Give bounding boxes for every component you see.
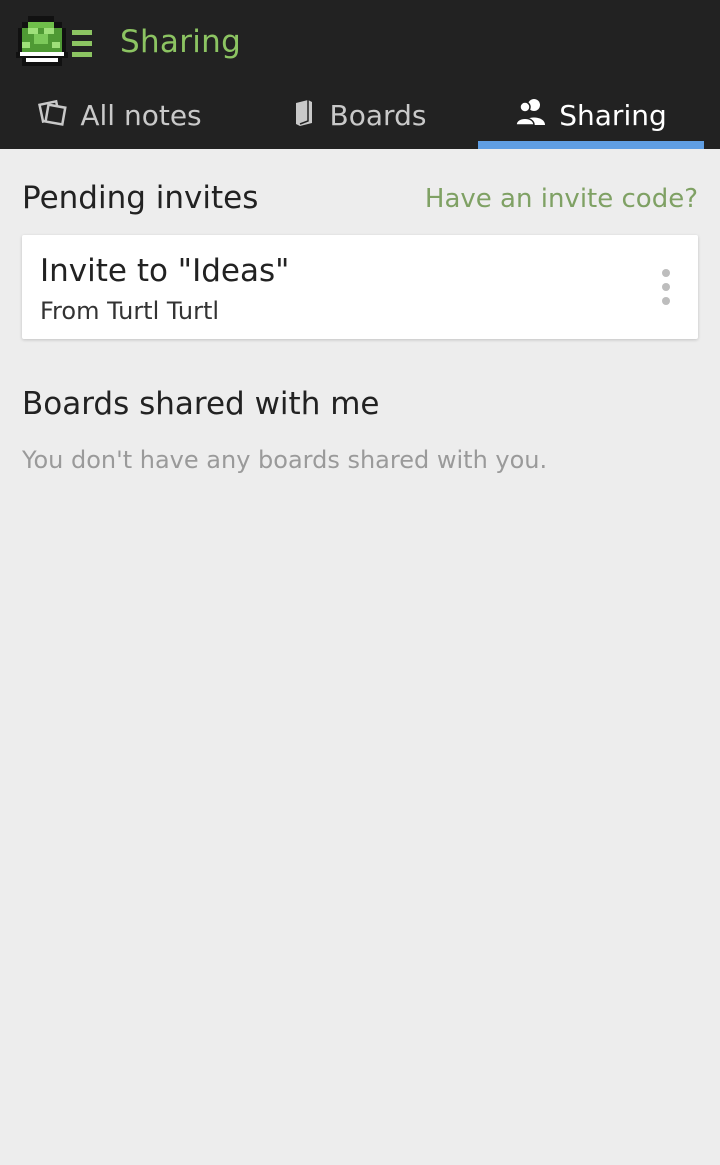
tab-all-notes[interactable]: All notes [0, 82, 240, 149]
active-tab-indicator [478, 141, 704, 149]
tab-label: Boards [329, 99, 427, 132]
invite-code-link[interactable]: Have an invite code? [425, 184, 698, 214]
app-bar: Sharing All notes Boards Sharing [0, 0, 720, 149]
tab-boards[interactable]: Boards [240, 82, 478, 149]
turtle-menu-icon[interactable] [14, 14, 96, 72]
tab-label: All notes [80, 99, 202, 132]
people-icon [515, 97, 547, 134]
invite-title: Invite to "Ideas" [40, 253, 290, 289]
pending-invites-heading: Pending invites [22, 180, 259, 216]
notes-icon [38, 97, 68, 134]
more-options-icon[interactable] [654, 267, 678, 307]
page-title: Sharing [120, 24, 242, 60]
tab-bar: All notes Boards Sharing [0, 82, 720, 149]
shared-boards-heading: Boards shared with me [22, 386, 380, 422]
board-icon [292, 97, 318, 134]
tab-sharing[interactable]: Sharing [478, 82, 704, 149]
empty-shared-message: You don't have any boards shared with yo… [22, 446, 548, 474]
invite-sender: From Turtl Turtl [40, 297, 220, 325]
tab-label: Sharing [559, 99, 667, 132]
invite-card[interactable]: Invite to "Ideas" From Turtl Turtl [22, 235, 698, 339]
